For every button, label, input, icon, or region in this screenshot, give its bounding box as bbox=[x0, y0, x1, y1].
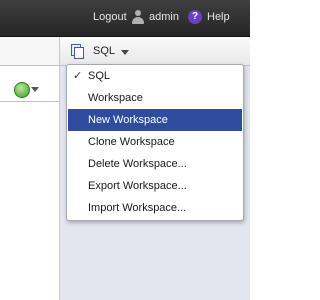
chevron-down-icon[interactable] bbox=[121, 50, 129, 55]
workspace-dropdown-menu: ✓ SQL Workspace New Workspace Clone Work… bbox=[66, 64, 244, 221]
help-link[interactable]: Help bbox=[207, 11, 230, 23]
chevron-down-icon[interactable] bbox=[31, 87, 39, 92]
sql-page-icon[interactable] bbox=[71, 44, 84, 59]
sql-menu-button[interactable]: SQL bbox=[93, 45, 115, 57]
menu-item-import-workspace[interactable]: Import Workspace... bbox=[68, 197, 242, 219]
menu-item-workspace[interactable]: Workspace bbox=[68, 87, 242, 109]
menu-item-clone-workspace[interactable]: Clone Workspace bbox=[68, 131, 242, 153]
menu-item-export-workspace[interactable]: Export Workspace... bbox=[68, 175, 242, 197]
right-toolbar: SQL bbox=[60, 37, 250, 66]
logout-link[interactable]: Logout bbox=[93, 11, 127, 23]
left-pane bbox=[0, 37, 60, 300]
menu-item-delete-workspace[interactable]: Delete Workspace... bbox=[68, 153, 242, 175]
username[interactable]: admin bbox=[149, 11, 179, 23]
left-divider bbox=[0, 101, 59, 102]
user-icon bbox=[132, 10, 144, 24]
checkmark-icon: ✓ bbox=[73, 70, 83, 82]
left-toolbar bbox=[0, 37, 59, 66]
top-bar: Logout admin ? Help bbox=[0, 0, 250, 37]
menu-item-new-workspace[interactable]: New Workspace bbox=[68, 109, 242, 131]
add-green-icon[interactable] bbox=[14, 82, 30, 98]
menu-item-sql[interactable]: ✓ SQL bbox=[68, 65, 242, 87]
help-icon[interactable]: ? bbox=[188, 10, 202, 24]
